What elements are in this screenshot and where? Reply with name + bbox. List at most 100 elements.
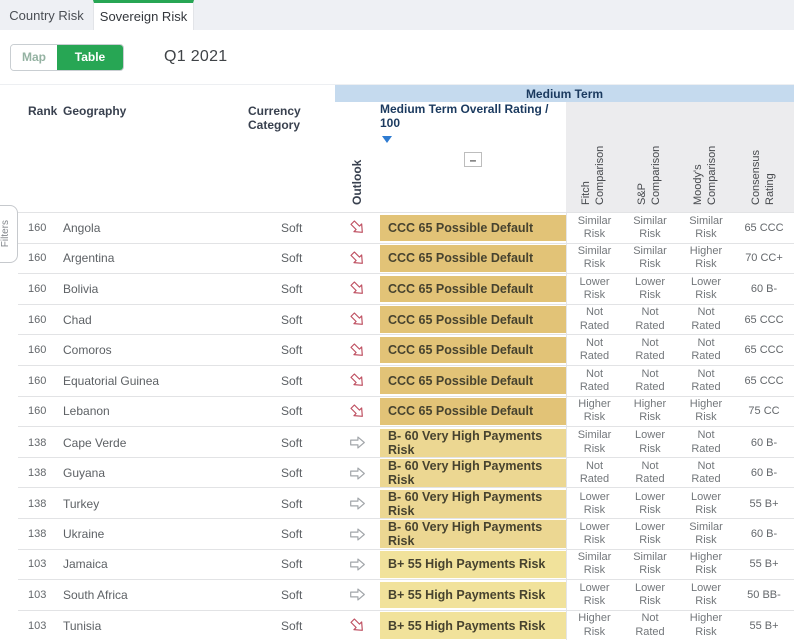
outlook-header-label: Outlook: [350, 145, 365, 205]
column-header-currency-category[interactable]: Currency Category: [245, 85, 335, 213]
rank-cell: 103: [18, 620, 60, 632]
table-header: Medium Term Rank Geography Currency Cate…: [0, 84, 794, 212]
consensus-rating-cell: 60 B-: [734, 283, 794, 295]
column-header-consensus-rating[interactable]: Consensus Rating: [734, 85, 794, 213]
rank-cell: 160: [18, 222, 60, 234]
table-body: 160 Angola Soft CCC 65 Possible Default …: [0, 212, 794, 640]
medium-term-rating-cell: CCC 65 Possible Default: [380, 306, 566, 333]
outlook-cell: [335, 372, 380, 389]
geography-cell: Equatorial Guinea: [60, 374, 245, 388]
moodys-comparison-cell: Not Rated: [678, 306, 734, 332]
currency-category-cell: Soft: [245, 374, 335, 388]
consensus-rating-cell: 60 B-: [734, 467, 794, 479]
column-header-moodys-comparison[interactable]: Moody's Comparison: [678, 85, 734, 213]
rank-cell: 138: [18, 437, 60, 449]
currency-category-cell: Soft: [245, 251, 335, 265]
sort-descending-icon: [382, 136, 392, 143]
medium-term-rating-cell: CCC 65 Possible Default: [380, 337, 566, 364]
table-row: 160 Argentina Soft CCC 65 Possible Defau…: [18, 243, 794, 274]
moodys-header-label: Moody's Comparison: [692, 127, 720, 205]
column-header-outlook[interactable]: Outlook: [335, 85, 380, 213]
moodys-comparison-cell: Higher Risk: [678, 551, 734, 577]
fitch-comparison-cell: Lower Risk: [566, 274, 622, 304]
outlook-arrow-icon: [349, 526, 366, 543]
tab-country-risk[interactable]: Country Risk: [0, 0, 93, 30]
medium-term-rating-cell: B+ 55 High Payments Risk: [380, 612, 566, 639]
consensus-rating-cell: 50 BB-: [734, 589, 794, 601]
table-view-button[interactable]: Table: [57, 45, 123, 70]
outlook-arrow-icon: [345, 308, 369, 332]
column-header-rank[interactable]: Rank: [18, 85, 60, 213]
outlook-cell: [335, 311, 380, 328]
column-header-fitch-comparison[interactable]: Fitch Comparison: [566, 85, 622, 213]
view-toggle: Map Table: [10, 44, 124, 71]
sp-comparison-cell: Similar Risk: [622, 215, 678, 241]
medium-term-rating-cell: CCC 65 Possible Default: [380, 398, 566, 425]
moodys-comparison-cell: Lower Risk: [678, 491, 734, 517]
top-tab-bar: Country Risk Sovereign Risk: [0, 0, 794, 30]
medium-term-rating-cell: CCC 65 Possible Default: [380, 245, 566, 272]
fitch-comparison-cell: Lower Risk: [566, 580, 622, 610]
rank-cell: 160: [18, 375, 60, 387]
table-row: 138 Ukraine Soft B- 60 Very High Payment…: [18, 518, 794, 549]
outlook-arrow-icon: [345, 613, 369, 637]
fitch-comparison-cell: Similar Risk: [566, 213, 622, 243]
collapse-column-icon[interactable]: –: [464, 152, 482, 167]
column-header-geography[interactable]: Geography: [60, 85, 245, 213]
rank-cell: 160: [18, 283, 60, 295]
fitch-comparison-cell: Similar Risk: [566, 244, 622, 274]
outlook-arrow-icon: [349, 465, 366, 482]
table-row: 103 Tunisia Soft B+ 55 High Payments Ris…: [18, 610, 794, 640]
consensus-header-label: Consensus Rating: [750, 127, 778, 205]
sp-comparison-cell: Lower Risk: [622, 429, 678, 455]
fitch-comparison-cell: Similar Risk: [566, 550, 622, 580]
outlook-cell: [335, 250, 380, 267]
outlook-cell: [335, 495, 380, 512]
table-row: 160 Angola Soft CCC 65 Possible Default …: [18, 212, 794, 243]
tab-sovereign-risk[interactable]: Sovereign Risk: [93, 0, 194, 30]
map-view-button[interactable]: Map: [11, 45, 57, 70]
consensus-rating-cell: 55 B+: [734, 498, 794, 510]
medium-term-rating-cell: B- 60 Very High Payments Risk: [380, 459, 566, 487]
medium-term-rating-cell: B- 60 Very High Payments Risk: [380, 520, 566, 548]
fitch-comparison-cell: Higher Risk: [566, 611, 622, 640]
fitch-comparison-cell: Higher Risk: [566, 397, 622, 427]
geography-cell: South Africa: [60, 588, 245, 602]
currency-category-cell: Soft: [245, 527, 335, 541]
moodys-comparison-cell: Not Rated: [678, 429, 734, 455]
rank-cell: 138: [18, 467, 60, 479]
outlook-cell: [335, 465, 380, 482]
geography-cell: Turkey: [60, 497, 245, 511]
consensus-rating-cell: 65 CCC: [734, 222, 794, 234]
sp-comparison-cell: Lower Risk: [622, 491, 678, 517]
outlook-cell: [335, 219, 380, 236]
outlook-arrow-icon: [345, 338, 369, 362]
rating-header-label: Medium Term Overall Rating / 100: [380, 102, 548, 130]
column-header-sp-comparison[interactable]: S&P Comparison: [622, 85, 678, 213]
filters-panel-tab[interactable]: Filters: [0, 205, 18, 263]
rank-cell: 160: [18, 344, 60, 356]
moodys-comparison-cell: Similar Risk: [678, 215, 734, 241]
moodys-comparison-cell: Higher Risk: [678, 612, 734, 638]
rank-cell: 160: [18, 314, 60, 326]
table-row: 103 South Africa Soft B+ 55 High Payment…: [18, 579, 794, 610]
medium-term-rating-cell: CCC 65 Possible Default: [380, 276, 566, 303]
sp-comparison-cell: Not Rated: [622, 460, 678, 486]
geography-cell: Cape Verde: [60, 436, 245, 450]
rank-cell: 138: [18, 498, 60, 510]
consensus-rating-cell: 55 B+: [734, 558, 794, 570]
consensus-rating-cell: 65 CCC: [734, 375, 794, 387]
sp-comparison-cell: Not Rated: [622, 368, 678, 394]
rank-cell: 138: [18, 528, 60, 540]
sp-comparison-cell: Not Rated: [622, 337, 678, 363]
geography-cell: Jamaica: [60, 557, 245, 571]
sp-comparison-cell: Not Rated: [622, 612, 678, 638]
outlook-arrow-icon: [349, 434, 366, 451]
sp-comparison-cell: Not Rated: [622, 306, 678, 332]
geography-cell: Lebanon: [60, 404, 245, 418]
fitch-comparison-cell: Not Rated: [566, 458, 622, 489]
fitch-comparison-cell: Lower Risk: [566, 519, 622, 550]
medium-term-rating-cell: CCC 65 Possible Default: [380, 367, 566, 394]
column-header-medium-term-rating[interactable]: Medium Term Overall Rating / 100 –: [380, 85, 566, 213]
outlook-arrow-icon: [345, 277, 369, 301]
